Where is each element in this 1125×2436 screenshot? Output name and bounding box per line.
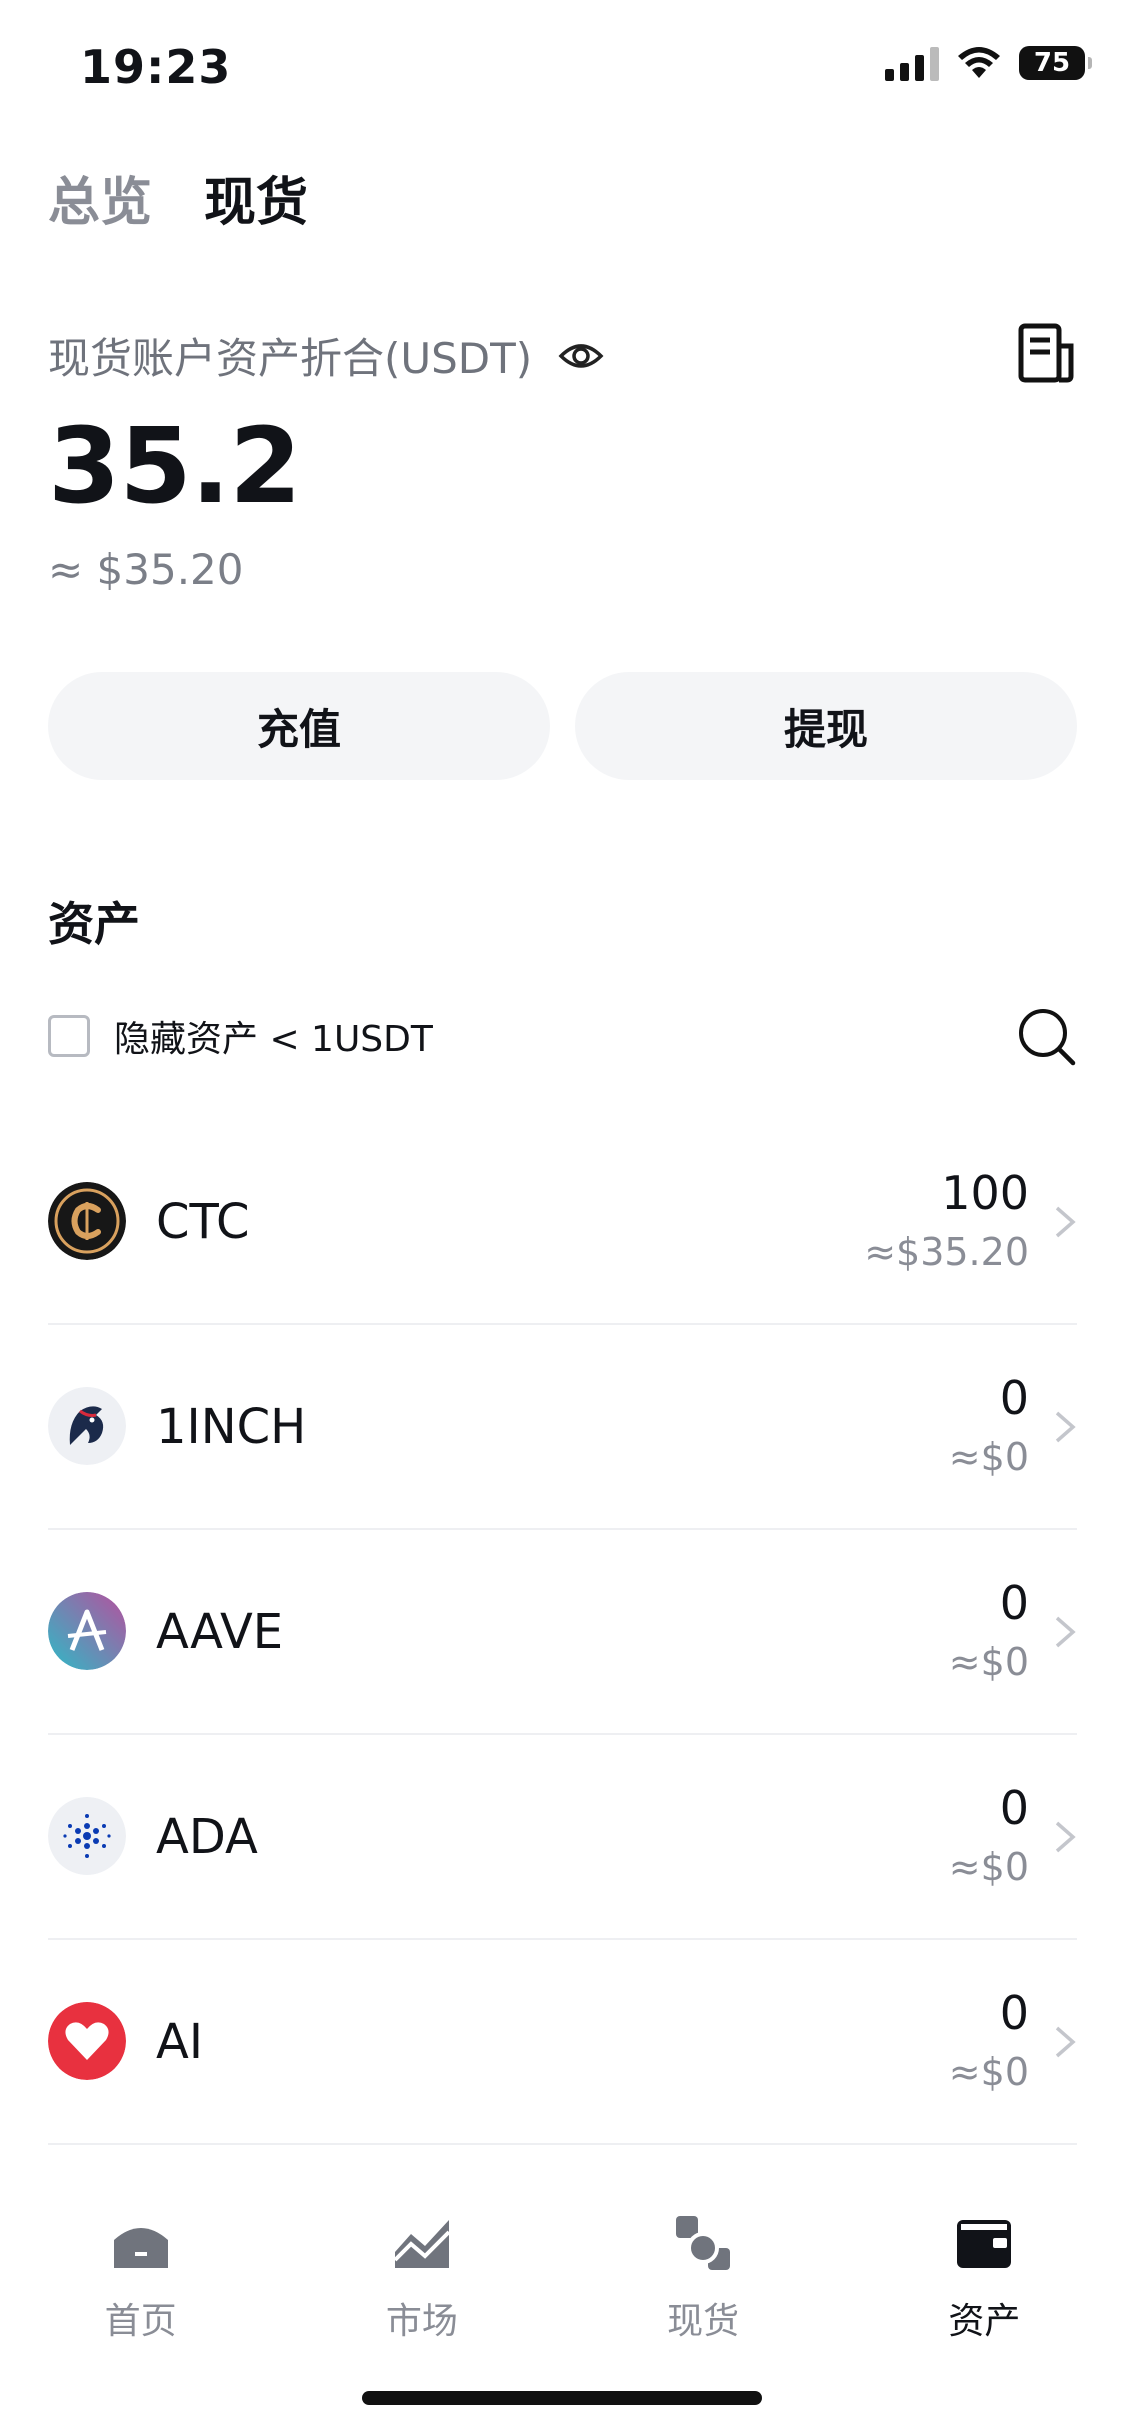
chevron-right-icon (1055, 1411, 1076, 1443)
ctc-coin-icon (48, 1182, 126, 1260)
tab-spot[interactable]: 现货 (204, 160, 308, 235)
asset-value: ≈$0 (948, 1845, 1029, 1889)
hide-small-assets-row: 隐藏资产 < 1USDT (48, 1010, 433, 1062)
market-icon (393, 2220, 451, 2268)
asset-name: AAVE (156, 1604, 284, 1660)
cellular-signal-icon (885, 45, 939, 81)
asset-list: CTC 100 ≈$35.20 1INCH 0 ≈$0 AAVE 0 ≈$0 A… (48, 1120, 1077, 2145)
nav-label: 市场 (385, 2301, 458, 2342)
status-time: 19:23 (80, 40, 232, 94)
asset-value: ≈$35.20 (864, 1230, 1029, 1274)
1inch-coin-icon (48, 1387, 126, 1465)
battery-icon: 75 (1019, 46, 1092, 80)
asset-value: ≈$0 (948, 1435, 1029, 1479)
asset-row-ada[interactable]: ADA 0 ≈$0 (48, 1735, 1077, 1940)
eye-icon[interactable] (558, 333, 604, 379)
nav-item-market[interactable]: 市场 (281, 2170, 562, 2370)
asset-name: CTC (156, 1194, 250, 1250)
withdraw-button[interactable]: 提现 (575, 672, 1077, 780)
asset-row-1inch[interactable]: 1INCH 0 ≈$0 (48, 1325, 1077, 1530)
nav-label: 资产 (948, 2301, 1021, 2342)
hide-small-assets-checkbox[interactable] (48, 1015, 90, 1057)
ada-coin-icon (48, 1797, 126, 1875)
battery-level: 75 (1033, 48, 1071, 78)
asset-amount: 0 (999, 1371, 1029, 1425)
asset-value: ≈$0 (948, 2050, 1029, 2094)
account-label: 现货账户资产折合(USDT) (48, 334, 533, 383)
nav-item-spot[interactable]: 现货 (563, 2170, 844, 2370)
search-icon[interactable] (1015, 1005, 1077, 1067)
asset-amount: 0 (999, 1576, 1029, 1630)
hide-small-assets-label[interactable]: 隐藏资产 < 1USDT (114, 1010, 433, 1062)
asset-row-aave[interactable]: AAVE 0 ≈$0 (48, 1530, 1077, 1735)
bottom-nav: 首页 市场 现货 资产 (0, 2170, 1125, 2370)
asset-row-ai[interactable]: AI 0 ≈$0 (48, 1940, 1077, 2145)
status-bar: 19:23 75 (0, 0, 1125, 140)
chevron-right-icon (1055, 2026, 1076, 2058)
account-balance: 35.2 (48, 405, 302, 527)
asset-name: AI (156, 2014, 203, 2070)
ai-coin-icon (48, 2002, 126, 2080)
nav-label: 首页 (104, 2301, 177, 2342)
assets-section-title: 资产 (48, 897, 140, 951)
chevron-right-icon (1055, 1616, 1076, 1648)
asset-amount: 100 (941, 1166, 1029, 1220)
account-balance-usd: ≈ $35.20 (48, 545, 244, 594)
account-label-row: 现货账户资产折合(USDT) (48, 325, 604, 386)
nav-item-home[interactable]: 首页 (0, 2170, 281, 2370)
spot-icon (676, 2216, 731, 2270)
wifi-icon (958, 47, 1000, 78)
aave-coin-icon (48, 1592, 126, 1670)
home-indicator[interactable] (362, 2391, 762, 2405)
nav-label: 现货 (667, 2301, 740, 2342)
asset-amount: 0 (999, 1781, 1029, 1835)
document-icon[interactable] (1017, 322, 1075, 384)
asset-name: ADA (156, 1809, 258, 1865)
asset-name: 1INCH (156, 1399, 307, 1455)
home-icon (113, 2228, 168, 2268)
nav-item-assets[interactable]: 资产 (844, 2170, 1125, 2370)
deposit-button[interactable]: 充值 (48, 672, 550, 780)
asset-row-ctc[interactable]: CTC 100 ≈$35.20 (48, 1120, 1077, 1325)
wallet-icon (957, 2220, 1012, 2268)
chevron-right-icon (1055, 1821, 1076, 1853)
status-icons: 75 (885, 45, 1092, 81)
chevron-right-icon (1055, 1206, 1076, 1238)
tab-overview[interactable]: 总览 (48, 160, 152, 235)
top-tabs: 总览 现货 (48, 160, 308, 235)
asset-amount: 0 (999, 1986, 1029, 2040)
asset-value: ≈$0 (948, 1640, 1029, 1684)
